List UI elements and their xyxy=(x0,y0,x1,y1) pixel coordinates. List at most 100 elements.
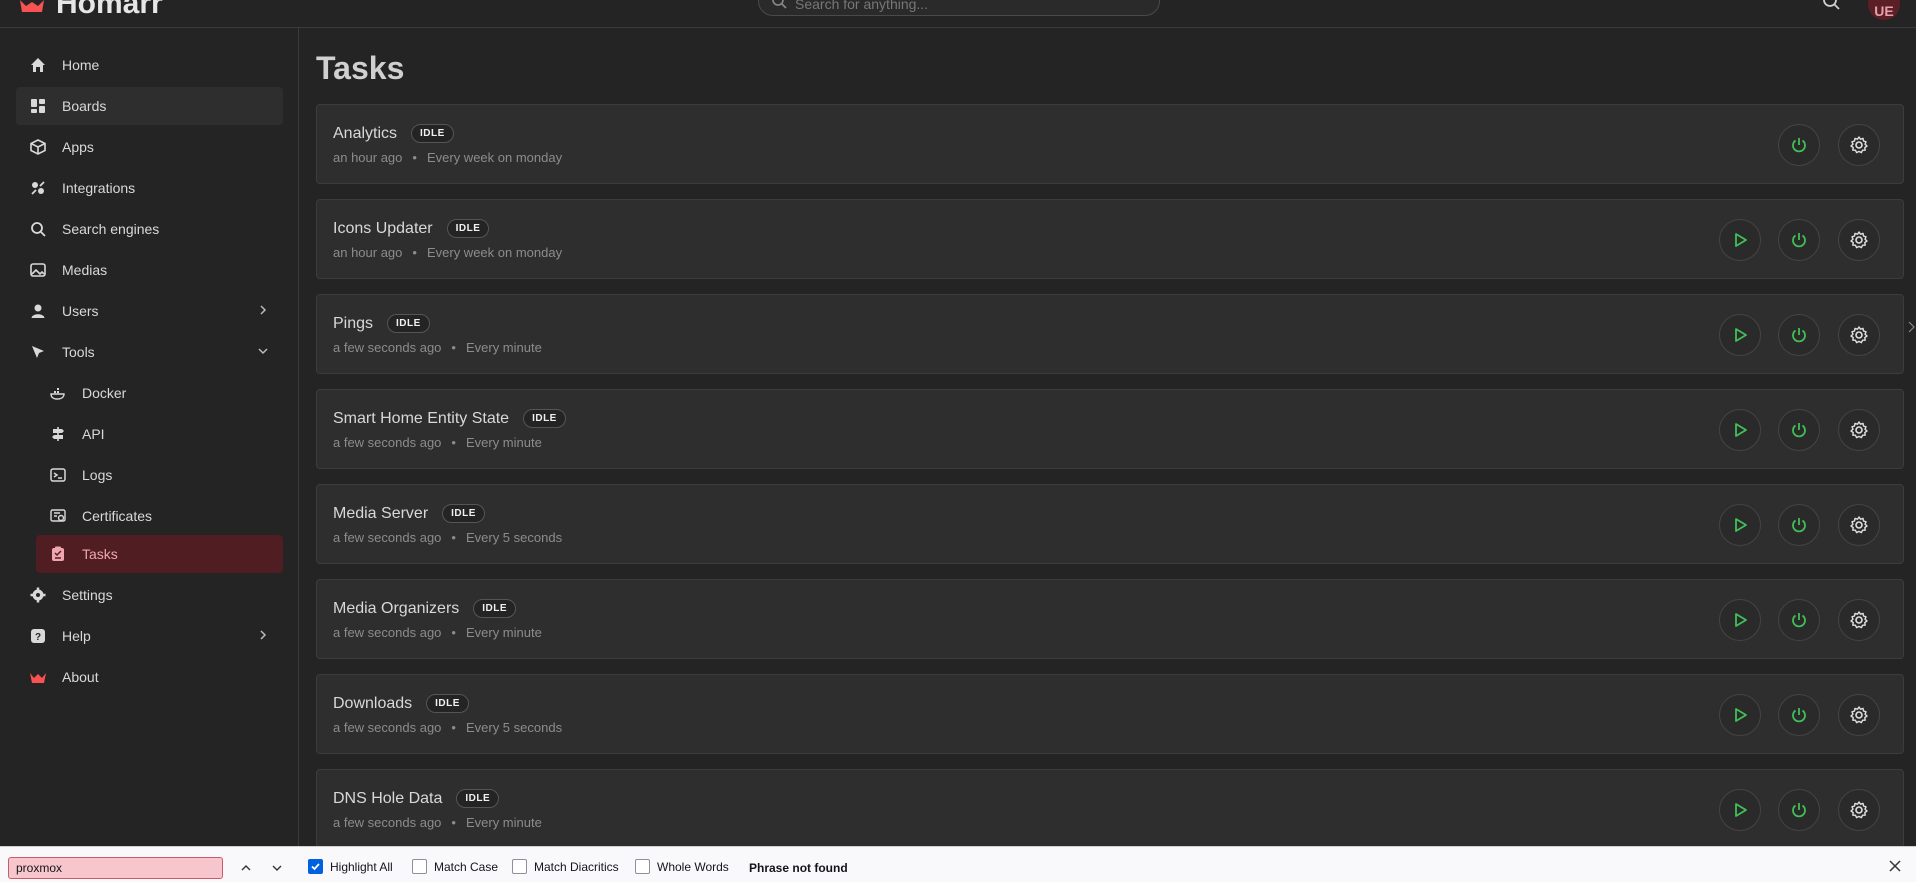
task-settings-button[interactable] xyxy=(1838,314,1880,356)
sidebar-item-home[interactable]: Home xyxy=(16,46,283,84)
task-card: Pings IDLE a few seconds ago • Every minute xyxy=(316,294,1904,374)
separator-dot: • xyxy=(451,340,456,355)
task-title: Downloads xyxy=(333,694,413,712)
checkbox-box xyxy=(412,859,427,874)
run-task-button[interactable] xyxy=(1719,599,1761,641)
app-name: Homarr xyxy=(56,0,163,20)
task-settings-button[interactable] xyxy=(1838,694,1880,736)
task-last-run: a few seconds ago xyxy=(333,340,442,355)
search-icon xyxy=(772,0,787,9)
power-icon xyxy=(1790,326,1808,344)
toggle-task-button[interactable] xyxy=(1778,789,1820,831)
highlight-all-checkbox[interactable]: Highlight All xyxy=(308,859,393,874)
match-diacritics-checkbox[interactable]: Match Diacritics xyxy=(512,859,619,874)
chevron-right-icon[interactable] xyxy=(1908,320,1916,334)
task-schedule: Every week on monday xyxy=(426,150,563,165)
gear-icon xyxy=(1849,420,1869,440)
toggle-task-button[interactable] xyxy=(1778,409,1820,451)
sidebar-item-label: About xyxy=(62,669,99,685)
global-search-input[interactable]: Search for anything... xyxy=(758,0,1160,16)
separator-dot: • xyxy=(451,625,456,640)
sidebar-item-label: Users xyxy=(62,303,99,319)
search-icon[interactable] xyxy=(1822,0,1840,10)
power-icon xyxy=(1790,516,1808,534)
task-name: Media Organizers IDLE xyxy=(333,599,517,618)
chevron-right-icon xyxy=(260,630,267,640)
task-last-run: a few seconds ago xyxy=(333,815,442,830)
power-icon xyxy=(1790,611,1808,629)
task-settings-button[interactable] xyxy=(1838,599,1880,641)
sidebar-item-label: Boards xyxy=(62,98,107,114)
sidebar-item-medias[interactable]: Medias xyxy=(16,251,283,289)
status-badge: IDLE xyxy=(456,789,500,808)
sidebar-item-apps[interactable]: Apps xyxy=(16,128,283,166)
find-next-button[interactable] xyxy=(267,859,287,877)
terminal-icon xyxy=(48,465,68,485)
task-settings-button[interactable] xyxy=(1838,504,1880,546)
run-task-button[interactable] xyxy=(1719,789,1761,831)
find-input[interactable] xyxy=(8,857,223,879)
task-name: Media Server IDLE xyxy=(333,504,485,523)
toggle-task-button[interactable] xyxy=(1778,599,1820,641)
photo-icon xyxy=(28,260,48,280)
task-last-run: an hour ago xyxy=(333,150,403,165)
separator-dot: • xyxy=(451,435,456,450)
task-meta: a few seconds ago • Every minute xyxy=(333,815,542,830)
task-name: Downloads IDLE xyxy=(333,694,469,713)
match-case-checkbox[interactable]: Match Case xyxy=(412,859,498,874)
sidebar-item-docker[interactable]: Docker xyxy=(36,374,283,412)
task-title: Icons Updater xyxy=(333,219,433,237)
task-settings-button[interactable] xyxy=(1838,789,1880,831)
sidebar-item-integrations[interactable]: Integrations xyxy=(16,169,283,207)
toggle-task-button[interactable] xyxy=(1778,694,1820,736)
toggle-task-button[interactable] xyxy=(1778,504,1820,546)
sidebar-item-users[interactable]: Users xyxy=(16,292,283,330)
task-meta: an hour ago • Every week on monday xyxy=(333,150,562,165)
run-task-button[interactable] xyxy=(1719,219,1761,261)
sidebar-item-api[interactable]: API xyxy=(36,415,283,453)
task-title: Smart Home Entity State xyxy=(333,409,510,427)
toggle-task-button[interactable] xyxy=(1778,219,1820,261)
search-icon xyxy=(28,219,48,239)
sidebar-item-help[interactable]: ? Help xyxy=(16,617,283,655)
sidebar-item-boards[interactable]: Boards xyxy=(16,87,283,125)
task-meta: a few seconds ago • Every 5 seconds xyxy=(333,530,562,545)
task-card: Icons Updater IDLE an hour ago • Every week … xyxy=(316,199,1904,279)
play-icon xyxy=(1731,611,1749,629)
task-settings-button[interactable] xyxy=(1838,219,1880,261)
toggle-task-button[interactable] xyxy=(1778,124,1820,166)
sidebar-item-label: Docker xyxy=(82,385,127,401)
play-icon xyxy=(1731,326,1749,344)
gear-icon xyxy=(1849,515,1869,535)
avatar[interactable]: UE xyxy=(1868,0,1900,20)
find-previous-button[interactable] xyxy=(236,859,256,877)
sidebar-item-label: Integrations xyxy=(62,180,136,196)
run-task-button[interactable] xyxy=(1719,409,1761,451)
sidebar-item-search-engines[interactable]: Search engines xyxy=(16,210,283,248)
run-task-button[interactable] xyxy=(1719,504,1761,546)
sidebar-item-tasks[interactable]: Tasks xyxy=(36,535,283,573)
sidebar-item-label: Tasks xyxy=(82,546,118,562)
run-task-button[interactable] xyxy=(1719,314,1761,356)
logo[interactable]: Homarr xyxy=(18,0,163,22)
docker-icon xyxy=(48,383,68,403)
status-badge: IDLE xyxy=(473,599,517,618)
toggle-task-button[interactable] xyxy=(1778,314,1820,356)
run-task-button[interactable] xyxy=(1719,694,1761,736)
task-schedule: Every minute xyxy=(465,340,542,355)
gear-icon xyxy=(1849,325,1869,345)
sidebar-item-tools[interactable]: Tools xyxy=(16,333,283,371)
task-meta: a few seconds ago • Every 5 seconds xyxy=(333,720,562,735)
sidebar-item-settings[interactable]: Settings xyxy=(16,576,283,614)
whole-words-checkbox[interactable]: Whole Words xyxy=(635,859,729,874)
task-settings-button[interactable] xyxy=(1838,124,1880,166)
task-settings-button[interactable] xyxy=(1838,409,1880,451)
sidebar-item-certificates[interactable]: Certificates xyxy=(36,497,283,535)
gear-icon xyxy=(1849,610,1869,630)
close-icon[interactable] xyxy=(1888,859,1902,873)
sidebar-item-label: Logs xyxy=(82,467,113,483)
task-schedule: Every minute xyxy=(465,435,542,450)
status-badge: IDLE xyxy=(442,504,485,523)
sidebar-item-logs[interactable]: Logs xyxy=(36,456,283,494)
sidebar-item-about[interactable]: About xyxy=(16,658,283,696)
